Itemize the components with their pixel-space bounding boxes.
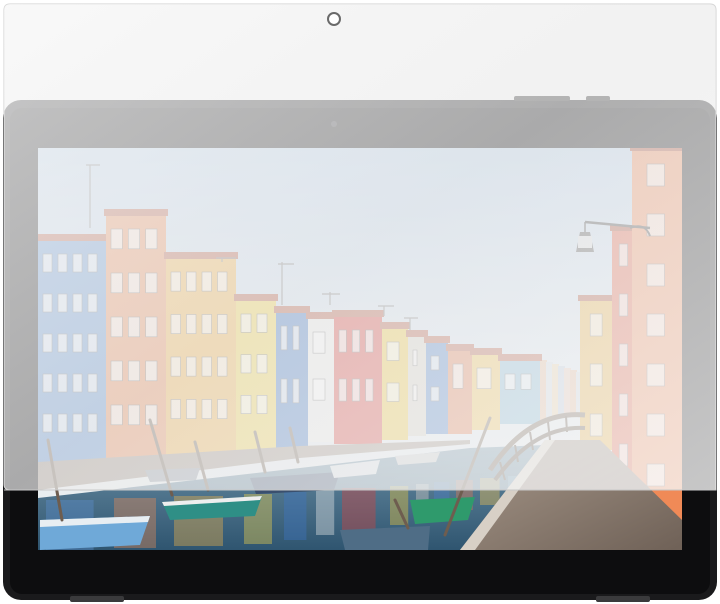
screen-protector-film bbox=[3, 3, 717, 491]
hinge-left bbox=[70, 596, 124, 602]
product-photo bbox=[3, 3, 717, 602]
hinge-right bbox=[596, 596, 650, 602]
camera-cutout-icon bbox=[327, 12, 341, 26]
